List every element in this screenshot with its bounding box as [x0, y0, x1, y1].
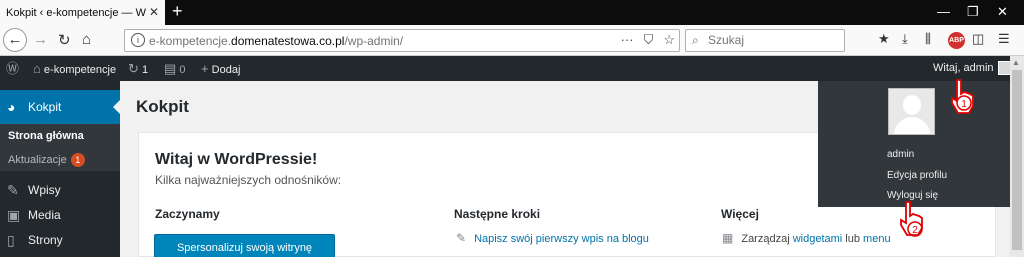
- sidebar-item-label: Strony: [28, 233, 63, 247]
- write-first-post-link[interactable]: ✎ Napisz swój pierwszy wpis na blogu: [456, 231, 649, 245]
- column-next-steps-title: Następne kroki: [454, 207, 541, 221]
- sidebar-item-label: Kokpit: [28, 100, 62, 114]
- wordpress-logo-icon[interactable]: Ⓦ: [6, 56, 19, 81]
- restore-icon[interactable]: ❐: [967, 4, 979, 20]
- welcome-title: Witaj w WordPressie!: [155, 151, 318, 168]
- minimize-icon[interactable]: —: [937, 4, 950, 19]
- adblock-icon[interactable]: ABP: [948, 32, 965, 49]
- site-name: e-kompetencje: [43, 64, 117, 76]
- manage-prefix: Zarządzaj: [741, 233, 790, 245]
- updates-count: 1: [141, 64, 149, 76]
- search-input[interactable]: [708, 33, 838, 47]
- new-label: Dodaj: [211, 64, 241, 76]
- comments-link[interactable]: ▤ 0: [164, 56, 185, 81]
- avatar[interactable]: [888, 88, 935, 135]
- comment-icon: ▤: [164, 61, 177, 76]
- site-info-icon[interactable]: i: [131, 33, 145, 47]
- page-title: Kokpit: [136, 97, 189, 116]
- dropdown-username[interactable]: admin: [887, 149, 914, 160]
- url-text[interactable]: e-kompetencje.domenatestowa.co.pl/wp-adm…: [149, 34, 403, 48]
- step-1-label: 1: [961, 99, 967, 110]
- url-prefix: e-kompetencje.: [149, 34, 232, 48]
- browser-nav-bar: ← → ↻ ⌂ i e-kompetencje.domenatestowa.co…: [0, 25, 1024, 56]
- sidebar-item-posts[interactable]: ✎ Wpisy: [0, 177, 120, 203]
- page-icon: ▯: [7, 232, 15, 248]
- bookmarks-icon[interactable]: ★: [878, 31, 890, 47]
- edit-icon: ✎: [456, 231, 467, 245]
- browser-tab-active[interactable]: Kokpit ‹ e-kompetencje — WordPress ✕: [0, 0, 165, 25]
- new-tab-icon[interactable]: +: [172, 1, 183, 22]
- dashboard-icon: ◕: [7, 99, 16, 115]
- plus-icon: +: [201, 61, 209, 76]
- close-tab-icon[interactable]: ✕: [149, 5, 159, 19]
- sidebar-item-dashboard[interactable]: ◕ Kokpit: [0, 90, 120, 124]
- scroll-up-icon[interactable]: ▲: [1012, 58, 1020, 67]
- pin-icon: ✎: [7, 182, 19, 198]
- widgets-link[interactable]: widgetami: [793, 233, 843, 245]
- sidebar-item-label: Wpisy: [28, 183, 61, 197]
- menu-icon[interactable]: ☰: [998, 31, 1010, 47]
- updates-icon: ↻: [128, 61, 139, 76]
- home-icon[interactable]: ⌂: [82, 31, 91, 48]
- wp-admin-bar: Ⓦ ⌂ e-kompetencje ↻ 1 ▤ 0 + Dodaj Witaj,…: [0, 56, 1012, 81]
- welcome-subtitle: Kilka najważniejszych odnośników:: [155, 173, 342, 187]
- forward-icon[interactable]: →: [33, 31, 48, 48]
- column-more-title: Więcej: [721, 207, 759, 221]
- back-icon[interactable]: ←: [3, 28, 27, 52]
- media-icon: ▣: [7, 207, 21, 223]
- account-dropdown: admin Edycja profilu Wyloguj się: [818, 81, 1010, 207]
- sidebar-toggle-icon[interactable]: ◫: [972, 31, 984, 47]
- close-window-icon[interactable]: ✕: [997, 4, 1008, 20]
- bookmark-star-icon[interactable]: ☆: [663, 32, 675, 48]
- search-bar[interactable]: ⌕: [685, 29, 845, 52]
- widgets-icon: ▦: [722, 231, 734, 245]
- hand-cursor-annotation-1-icon: 1: [951, 79, 974, 114]
- sidebar-item-media[interactable]: ▣ Media: [0, 202, 120, 228]
- submenu-updates[interactable]: Aktualizacje 1: [8, 153, 85, 167]
- tab-title: Kokpit ‹ e-kompetencje — WordPress: [6, 6, 146, 19]
- updates-link[interactable]: ↻ 1: [128, 56, 148, 81]
- wp-admin-sidebar: ◕ Kokpit Strona główna Aktualizacje 1 ✎ W…: [0, 81, 120, 257]
- submenu-updates-label: Aktualizacje: [8, 154, 67, 166]
- url-bar[interactable]: i e-kompetencje.domenatestowa.co.pl/wp-a…: [124, 29, 680, 52]
- page-actions-icon[interactable]: ···: [621, 32, 634, 48]
- column-get-started-title: Zaczynamy: [155, 207, 220, 221]
- scroll-thumb[interactable]: [1012, 70, 1022, 250]
- submenu-home[interactable]: Strona główna: [8, 130, 84, 142]
- dashboard-submenu: Strona główna Aktualizacje 1: [0, 124, 120, 171]
- url-actions: ··· ⛉ ☆: [621, 32, 675, 48]
- home-icon: ⌂: [33, 61, 41, 76]
- customize-site-button[interactable]: Spersonalizuj swoją witrynę: [154, 234, 335, 257]
- sidebar-item-pages[interactable]: ▯ Strony: [0, 227, 120, 253]
- hand-cursor-annotation-2-icon: 2: [900, 201, 923, 237]
- comments-count: 0: [179, 64, 186, 76]
- or-text: lub: [845, 233, 860, 245]
- url-domain: domenatestowa.co.pl: [231, 34, 345, 48]
- reload-icon[interactable]: ↻: [58, 31, 71, 49]
- url-path: /wp-admin/: [344, 34, 404, 48]
- library-icon[interactable]: ⫼: [925, 31, 931, 47]
- step-2-label: 2: [912, 225, 918, 236]
- download-icon[interactable]: ⤓: [902, 31, 908, 47]
- page-scrollbar[interactable]: ▲: [1010, 56, 1024, 257]
- sidebar-item-label: Media: [28, 208, 61, 222]
- search-icon: ⌕: [692, 33, 699, 47]
- pocket-icon[interactable]: ⛉: [644, 32, 654, 48]
- site-name-link[interactable]: ⌂ e-kompetencje: [33, 56, 116, 81]
- greeting: Witaj, admin: [933, 62, 994, 74]
- new-content-link[interactable]: + Dodaj: [201, 56, 240, 81]
- write-first-post-label: Napisz swój pierwszy wpis na blogu: [474, 233, 649, 245]
- update-badge: 1: [70, 153, 85, 167]
- manage-widgets-row: ▦ Zarządzaj widgetami lub menu: [722, 231, 891, 245]
- browser-tab-bar: Kokpit ‹ e-kompetencje — WordPress ✕ + —…: [0, 0, 1024, 25]
- menus-link[interactable]: menu: [863, 233, 891, 245]
- edit-profile-link[interactable]: Edycja profilu: [887, 170, 947, 181]
